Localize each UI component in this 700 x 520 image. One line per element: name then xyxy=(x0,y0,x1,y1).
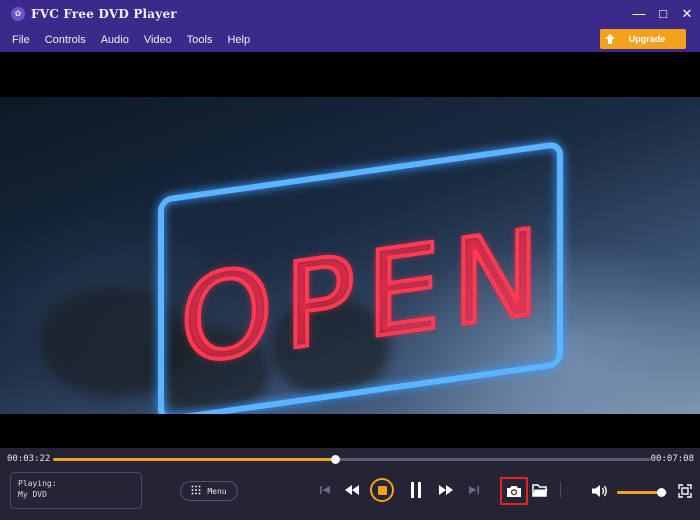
stop-button[interactable] xyxy=(370,478,394,502)
minimize-button[interactable]: — xyxy=(628,0,650,27)
progress-bar[interactable] xyxy=(53,455,651,464)
current-time: 00:03:22 xyxy=(7,454,51,464)
menu-bar: File Controls Audio Video Tools Help Upg… xyxy=(0,27,700,52)
fullscreen-icon xyxy=(678,484,692,498)
camera-icon xyxy=(507,485,521,497)
now-playing-panel: Playing: My DVD xyxy=(10,472,142,509)
progress-fill xyxy=(53,458,336,461)
mute-button[interactable] xyxy=(591,483,609,499)
menu-item-tools[interactable]: Tools xyxy=(187,34,213,46)
skip-next-icon xyxy=(469,486,479,494)
fast-forward-icon xyxy=(439,485,453,495)
open-file-button[interactable] xyxy=(531,482,549,498)
video-display[interactable]: O P E N xyxy=(0,52,700,448)
menu-item-help[interactable]: Help xyxy=(227,34,250,46)
title-bar: ✿ FVC Free DVD Player — □ ✕ xyxy=(0,0,700,27)
neon-letter: O xyxy=(178,238,275,393)
neon-letter: P xyxy=(282,227,357,379)
pause-icon xyxy=(411,482,421,498)
volume-handle[interactable] xyxy=(657,488,666,497)
menu-item-file[interactable]: File xyxy=(12,34,30,46)
playing-title: My DVD xyxy=(18,490,47,499)
menu-item-audio[interactable]: Audio xyxy=(101,34,129,46)
close-button[interactable]: ✕ xyxy=(676,0,698,27)
fast-forward-button[interactable] xyxy=(437,482,455,498)
playing-label: Playing: xyxy=(18,479,57,488)
control-panel: 00:03:22 00:07:08 Playing: My DVD Menu xyxy=(0,448,700,520)
upgrade-arrow-icon xyxy=(600,33,620,45)
volume-fill xyxy=(617,491,661,494)
upgrade-label: Upgrade xyxy=(628,34,666,44)
disc-menu-button[interactable]: Menu xyxy=(180,481,238,501)
upgrade-button[interactable]: Upgrade xyxy=(600,29,686,49)
skip-next-button[interactable] xyxy=(467,482,481,498)
video-frame: O P E N xyxy=(0,97,700,414)
snapshot-button[interactable] xyxy=(500,477,528,505)
total-time: 00:07:08 xyxy=(650,454,694,464)
window-title: FVC Free DVD Player xyxy=(31,6,177,21)
neon-letter: E xyxy=(364,215,443,367)
app-logo-icon: ✿ xyxy=(11,6,25,21)
stop-icon xyxy=(377,485,387,495)
progress-handle[interactable] xyxy=(331,455,341,464)
folder-icon xyxy=(532,483,548,497)
menu-item-video[interactable]: Video xyxy=(144,34,172,46)
neon-letter: N xyxy=(450,201,542,355)
volume-slider[interactable] xyxy=(617,488,667,497)
grid-icon xyxy=(191,485,201,498)
volume-icon xyxy=(592,485,607,497)
skip-previous-icon xyxy=(320,486,330,494)
rewind-button[interactable] xyxy=(343,482,361,498)
window-controls: — □ ✕ xyxy=(628,0,700,27)
rewind-icon xyxy=(345,485,359,495)
control-divider xyxy=(560,482,561,498)
menu-item-controls[interactable]: Controls xyxy=(45,34,86,46)
menu-button-label: Menu xyxy=(207,486,227,496)
fullscreen-button[interactable] xyxy=(677,483,693,499)
maximize-button[interactable]: □ xyxy=(652,0,674,27)
skip-previous-button[interactable] xyxy=(318,482,332,498)
pause-button[interactable] xyxy=(408,480,424,500)
